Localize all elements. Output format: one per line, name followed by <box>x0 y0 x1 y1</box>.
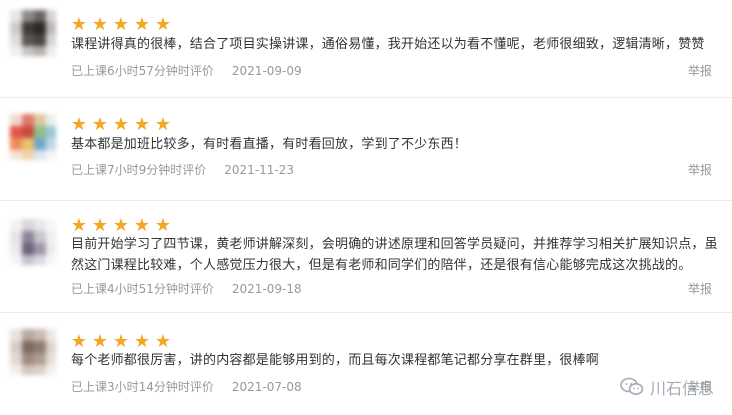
star-icon: ★ <box>91 14 109 35</box>
review-item: ★ ★ ★ ★ ★ 每个老师都很厉害，讲的内容都是能够用到的，而且每次课程都笔记都分享在… <box>0 313 732 415</box>
watermark: 川石信息 <box>620 375 714 399</box>
star-icon: ★ <box>133 14 151 35</box>
star-rating: ★ ★ ★ ★ ★ <box>70 333 172 351</box>
review-item: ★ ★ ★ ★ ★ 课程讲得真的很棒，结合了项目实操讲课，通俗易懂，我开始还以为看不懂呢… <box>0 0 732 97</box>
review-date: 2021-09-18 <box>231 282 302 296</box>
report-link[interactable]: 举报 <box>688 63 712 79</box>
review-item: ★ ★ ★ ★ ★ 目前开始学习了四节课，黄老师讲解深刻，会明确的讲述原理和回答学员疑问… <box>0 201 732 312</box>
study-time: 已上课7小时9分钟时评价 <box>71 163 207 177</box>
study-time: 已上课4小时51分钟时评价 <box>71 282 214 296</box>
star-icon: ★ <box>112 331 130 352</box>
review-date: 2021-07-08 <box>231 380 302 394</box>
star-rating: ★ ★ ★ ★ ★ <box>70 16 172 34</box>
star-icon: ★ <box>154 215 172 236</box>
star-icon: ★ <box>70 114 88 135</box>
report-link[interactable]: 举报 <box>688 281 712 297</box>
avatar[interactable] <box>10 329 56 375</box>
star-icon: ★ <box>70 215 88 236</box>
review-content: 基本都是加班比较多，有时看直播，有时看回放，学到了不少东西！ <box>71 137 468 152</box>
star-rating: ★ ★ ★ ★ ★ <box>70 217 172 235</box>
avatar[interactable] <box>10 219 56 265</box>
star-icon: ★ <box>154 14 172 35</box>
star-icon: ★ <box>154 114 172 135</box>
star-icon: ★ <box>154 331 172 352</box>
review-date: 2021-11-23 <box>224 163 295 177</box>
review-meta: 已上课3小时14分钟时评价 2021-07-08 <box>71 379 302 395</box>
wechat-icon <box>620 377 644 395</box>
review-meta: 已上课7小时9分钟时评价 2021-11-23 <box>71 162 294 178</box>
avatar[interactable] <box>10 10 56 56</box>
star-rating: ★ ★ ★ ★ ★ <box>70 116 172 134</box>
review-content: 每个老师都很厉害，讲的内容都是能够用到的，而且每次课程都笔记都分享在群里，很棒啊 <box>71 353 600 368</box>
star-icon: ★ <box>112 14 130 35</box>
study-time: 已上课3小时14分钟时评价 <box>71 380 214 394</box>
review-date: 2021-09-09 <box>231 64 302 78</box>
star-icon: ★ <box>91 114 109 135</box>
star-icon: ★ <box>91 215 109 236</box>
star-icon: ★ <box>133 215 151 236</box>
star-icon: ★ <box>133 114 151 135</box>
watermark-text: 川石信息 <box>649 379 714 398</box>
star-icon: ★ <box>112 215 130 236</box>
avatar[interactable] <box>10 114 56 160</box>
star-icon: ★ <box>70 14 88 35</box>
study-time: 已上课6小时57分钟时评价 <box>71 64 214 78</box>
review-meta: 已上课6小时57分钟时评价 2021-09-09 <box>71 63 302 79</box>
star-icon: ★ <box>70 331 88 352</box>
review-content: 课程讲得真的很棒，结合了项目实操讲课，通俗易懂，我开始还以为看不懂呢，老师很细致… <box>71 37 705 52</box>
review-item: ★ ★ ★ ★ ★ 基本都是加班比较多，有时看直播，有时看回放，学到了不少东西！ 已上课… <box>0 98 732 200</box>
review-content: 目前开始学习了四节课，黄老师讲解深刻，会明确的讲述原理和回答学员疑问，并推荐学习… <box>71 237 718 273</box>
report-link[interactable]: 举报 <box>688 162 712 178</box>
review-meta: 已上课4小时51分钟时评价 2021-09-18 <box>71 281 302 297</box>
star-icon: ★ <box>91 331 109 352</box>
star-icon: ★ <box>133 331 151 352</box>
star-icon: ★ <box>112 114 130 135</box>
